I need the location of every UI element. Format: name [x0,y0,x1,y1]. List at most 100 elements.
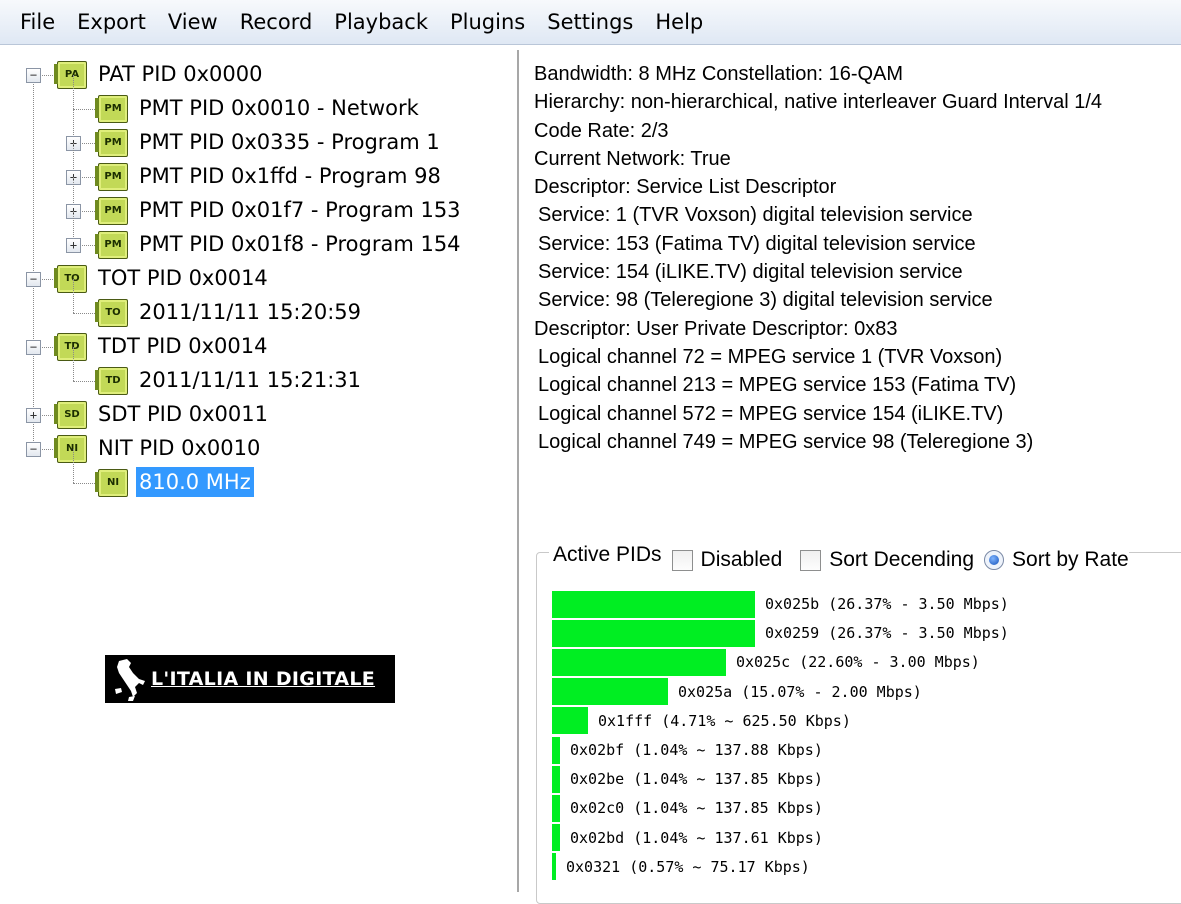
tot-table-icon: TO [95,299,128,327]
tree-item-label[interactable]: TDT PID 0x0014 [95,331,270,361]
collapse-icon[interactable]: − [26,272,41,287]
sort-by-rate-label: Sort by Rate [1012,548,1129,571]
pid-row: 0x025c (22.60% - 3.00 Mbps) [552,648,980,676]
menu-playback[interactable]: Playback [312,0,428,44]
tree-item-label[interactable]: PAT PID 0x0000 [95,59,266,89]
pid-rate-bar [552,736,560,764]
pid-row: 0x02bd (1.04% ~ 137.61 Kbps) [552,824,823,852]
tree-pane: − PA PAT PID 0x0000 PM PMT PID 0x0010 - Netw… [0,50,519,892]
pid-rate-text: 0x02bf (1.04% ~ 137.88 Kbps) [570,741,823,759]
menu-file[interactable]: File [0,0,55,44]
tree-connector [73,313,95,314]
pid-rate-bar [552,794,560,822]
pid-rate-text: 0x025b (26.37% - 3.50 Mbps) [765,595,1009,613]
tree-item-label[interactable]: PMT PID 0x01f8 - Program 154 [136,229,464,259]
pid-rate-bar [552,678,668,706]
detail-line: Current Network: True [534,147,731,170]
tdt-table-icon: TD [95,367,128,395]
collapse-icon[interactable]: − [26,340,41,355]
disabled-label: Disabled [700,548,783,571]
active-pids-header: Active PIDs Disabled Sort Decending Sort… [549,538,1129,582]
tree-connector [73,75,74,109]
detail-line: Descriptor: Service List Descriptor [534,176,837,199]
tree-item-label[interactable]: SDT PID 0x0011 [95,399,271,429]
tree-item-label[interactable]: NIT PID 0x0010 [95,433,263,463]
logo-text: L'ITALIA IN DIGITALE [151,668,376,690]
pid-row: 0x1fff (4.71% ~ 625.50 Kbps) [552,707,851,735]
menu-bar: File Export View Record Playback Plugins… [0,0,1181,45]
detail-line: Logical channel 213 = MPEG service 153 (… [538,374,1017,397]
tree-item-label[interactable]: TOT PID 0x0014 [95,263,271,293]
tree-item-label[interactable]: 810.0 MHz [136,467,254,497]
pat-table-icon: PA [54,61,87,89]
pid-rate-text: 0x02be (1.04% ~ 137.85 Kbps) [570,770,823,789]
pid-rate-text: 0x025a (15.07% - 2.00 Mbps) [678,682,922,701]
sort-by-rate-radio[interactable] [984,550,1005,570]
italy-map-icon [105,655,151,703]
pid-rate-text: 0x02c0 (1.04% ~ 137.85 Kbps) [570,799,823,818]
collapse-icon[interactable]: − [26,442,41,457]
menu-record[interactable]: Record [218,0,313,44]
nit-table-icon: NI [54,435,87,463]
pmt-table-icon: PM [95,129,128,157]
detail-line: Hierarchy: non-hierarchical, native inte… [534,91,1103,114]
disabled-checkbox[interactable] [671,549,693,571]
detail-line: Service: 153 (Fatima TV) digital televis… [538,232,976,255]
pid-row: 0x0259 (26.37% - 3.50 Mbps) [552,619,1009,647]
pid-rate-bar [552,824,560,852]
pid-rate-text: 0x1fff (4.71% ~ 625.50 Kbps) [598,711,851,730]
expand-icon[interactable]: + [26,408,41,423]
pid-row: 0x025a (15.07% - 2.00 Mbps) [552,678,922,706]
pid-rate-bar [552,619,755,647]
menu-plugins[interactable]: Plugins [428,0,525,44]
tree-item-label[interactable]: 2011/11/11 15:21:31 [136,365,364,395]
menu-export[interactable]: Export [55,0,146,44]
nit-table-icon: NI [95,469,128,497]
pmt-table-icon: PM [95,95,128,123]
pid-rate-text: 0x025c (22.60% - 3.00 Mbps) [736,653,980,672]
detail-line: Descriptor: User Private Descriptor: 0x8… [534,317,898,340]
tot-table-icon: TO [54,265,87,293]
active-pids-title: Active PIDs [553,543,662,566]
pid-rate-bar [552,648,726,676]
pid-row: 0x02bf (1.04% ~ 137.88 Kbps) [552,736,823,764]
italia-digitale-logo: L'ITALIA IN DIGITALE [105,655,395,703]
tree-connector [73,279,74,313]
tree-connector [73,347,74,381]
tree-item-label[interactable]: 2011/11/11 15:20:59 [136,297,364,327]
pmt-table-icon: PM [95,197,128,225]
pid-row: 0x025b (26.37% - 3.50 Mbps) [552,590,1009,618]
sort-descending-checkbox[interactable] [800,549,822,571]
pid-rate-bar [552,765,560,793]
tree-item-label[interactable]: PMT PID 0x1ffd - Program 98 [136,161,444,191]
tree-item-label[interactable]: PMT PID 0x01f7 - Program 153 [136,195,464,225]
pid-rate-text: 0x02bd (1.04% ~ 137.61 Kbps) [570,828,823,847]
tree-item-label[interactable]: PMT PID 0x0010 - Network [136,93,422,123]
tree-connector [73,483,95,484]
menu-view[interactable]: View [146,0,218,44]
pid-rate-text: 0x0321 (0.57% ~ 75.17 Kbps) [566,857,810,876]
tree-connector [73,449,74,483]
tree-connector [73,109,95,110]
pmt-table-icon: PM [95,231,128,259]
tdt-table-icon: TD [54,333,87,361]
detail-line: Service: 1 (TVR Voxson) digital televisi… [538,204,973,227]
tree-item-label[interactable]: PMT PID 0x0335 - Program 1 [136,127,443,157]
pid-row: 0x02c0 (1.04% ~ 137.85 Kbps) [552,794,823,822]
details-pane: Bandwidth: 8 MHz Constellation: 16-QAM Hi… [526,50,1181,530]
pid-row: 0x02be (1.04% ~ 137.85 Kbps) [552,765,823,793]
pid-row: 0x0321 (0.57% ~ 75.17 Kbps) [552,853,810,881]
expand-icon[interactable]: + [66,238,81,253]
detail-line: Logical channel 572 = MPEG service 154 (… [538,402,1004,425]
pid-rate-bar [552,707,588,735]
tree-connector [33,75,34,449]
detail-line: Service: 154 (iLIKE.TV) digital televisi… [538,261,963,284]
menu-help[interactable]: Help [633,0,703,44]
sort-descending-label: Sort Decending [829,548,975,571]
detail-line: Code Rate: 2/3 [534,119,669,142]
sdt-table-icon: SD [54,401,87,429]
pmt-table-icon: PM [95,163,128,191]
pid-rate-text: 0x0259 (26.37% - 3.50 Mbps) [765,624,1009,643]
menu-settings[interactable]: Settings [525,0,633,44]
collapse-icon[interactable]: − [26,68,41,83]
